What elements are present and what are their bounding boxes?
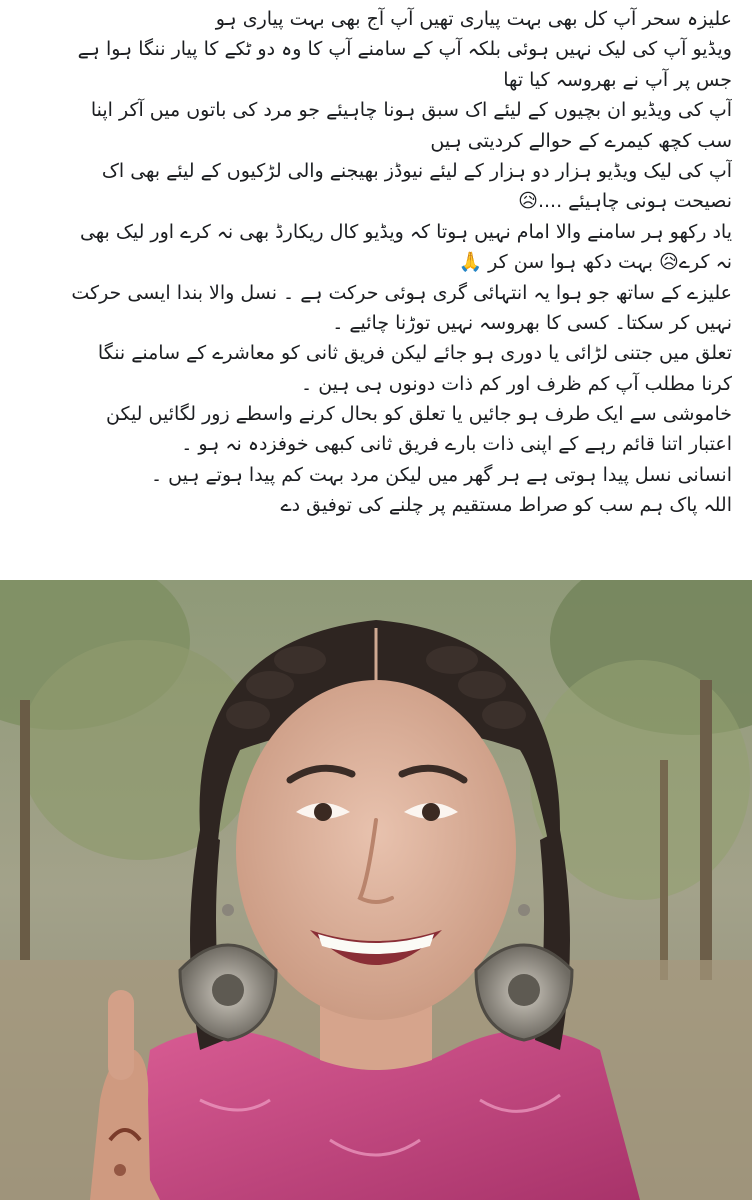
post-text-line: ویڈیو آپ کی لیک نہیں ہوئی بلکہ آپ کے سام…: [77, 38, 732, 61]
portrait-photo: [0, 580, 752, 1200]
face: [236, 680, 516, 1020]
post-text-line: تعلق میں جتنی لڑائی یا دوری ہو جائے لیکن…: [97, 342, 732, 365]
post-text-line: یاد رکھو ہر سامنے والا امام نہیں ہوتا کہ…: [79, 220, 732, 243]
post-text-line: انسانی نسل پیدا ہوتی ہے ہر گھر میں لیکن …: [150, 463, 732, 486]
post-text-line: آپ کی ویڈیو ان بچیوں کے لیئے اک سبق ہونا…: [90, 99, 732, 122]
post-text-line: نہ کرے😥 بہت دکھ ہوا سن کر 🙏: [458, 251, 732, 274]
post-text-line: علیزے کے ساتھ جو ہوا یہ انتہائی گری ہوئی…: [71, 281, 732, 304]
post-text-line: نصیحت ہونی چاہیئے ....😥: [518, 190, 732, 213]
post-text-line: اعتبار اتنا قائم رہے کے اپنی ذات بارے فر…: [181, 433, 732, 456]
post-text-line: خاموشی سے ایک طرف ہو جائیں یا تعلق کو بح…: [105, 403, 732, 426]
post-text-line: کرنا مطلب آپ کم ظرف اور کم ذات دونوں ہی …: [301, 372, 732, 395]
post-text-line: علیزہ سحر آپ کل بھی بہت پیاری تھیں آپ آج…: [215, 8, 732, 30]
post-text-line: جس پر آپ نے بھروسہ کیا تھا: [503, 68, 732, 91]
post-text-line: نہیں کر سکتا۔ کسی کا بھروسہ نہیں توڑنا چ…: [332, 311, 732, 334]
post-text: علیزہ سحر آپ کل بھی بہت پیاری تھیں آپ آج…: [0, 0, 752, 580]
post-card: علیزہ سحر آپ کل بھی بہت پیاری تھیں آپ آج…: [0, 0, 752, 1200]
post-text-line: سب کچھ کیمرے کے حوالے کردیتی ہیں: [430, 129, 732, 152]
post-text-line: اللہ پاک ہم سب کو صراط مستقیم پر چلنے کی…: [280, 494, 732, 517]
post-text-line: آپ کی لیک ویڈیو ہزار دو ہزار کے لیئے نیو…: [101, 159, 732, 182]
post-photo[interactable]: [0, 580, 752, 1200]
